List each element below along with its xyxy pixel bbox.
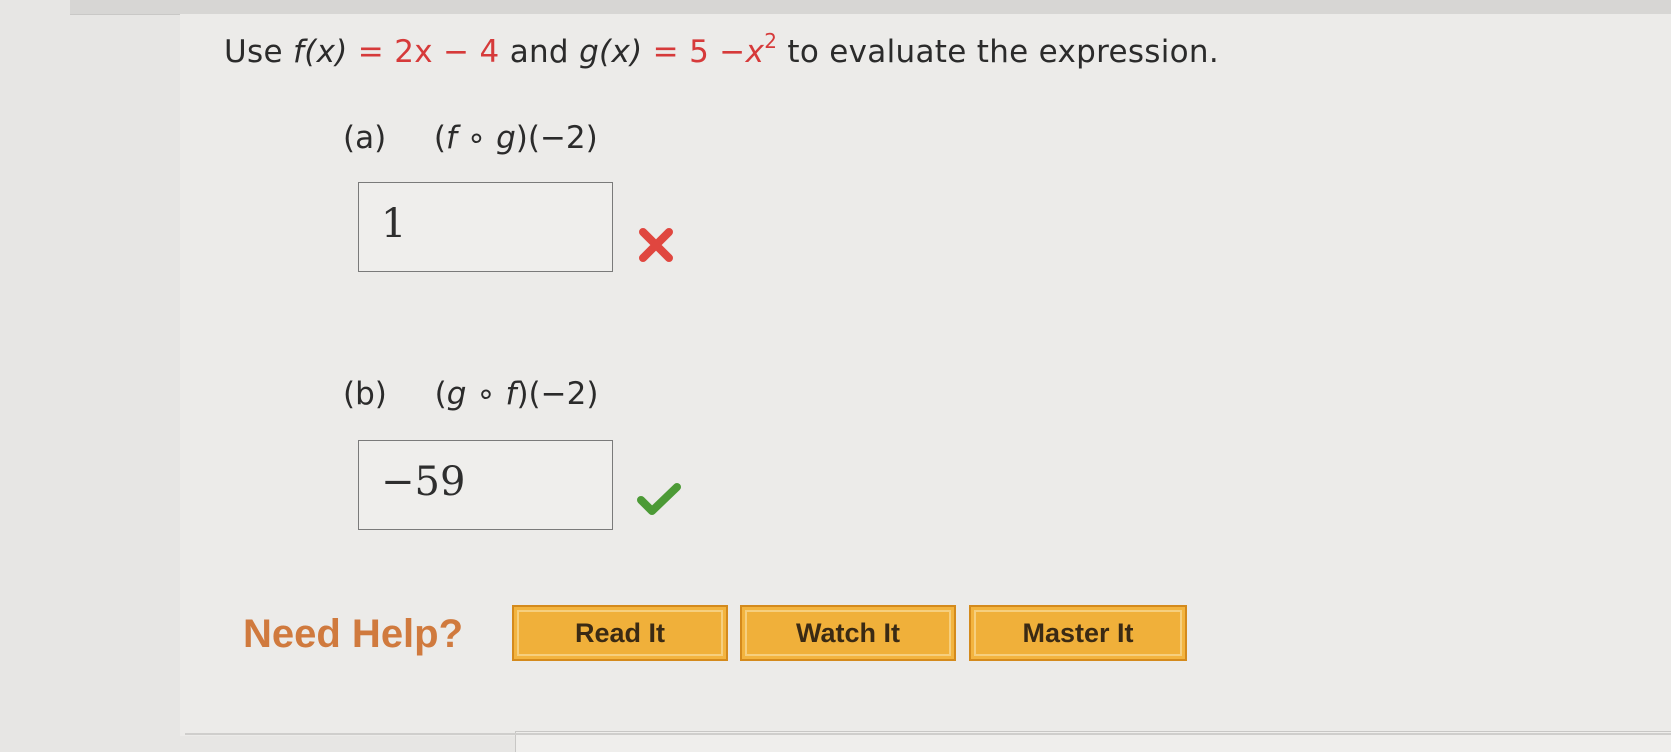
f-equals: = bbox=[357, 34, 385, 70]
f-minus: − bbox=[443, 34, 470, 70]
incorrect-x-icon bbox=[639, 228, 673, 262]
master-it-button[interactable]: Master It bbox=[969, 605, 1187, 661]
g-definition-lhs: g(x) bbox=[579, 34, 643, 70]
part-b-answer-field[interactable]: −59 bbox=[358, 440, 613, 530]
part-a-compose: ∘ bbox=[466, 120, 487, 156]
f-coefficient: 2x bbox=[394, 34, 433, 70]
part-b-answer-value: −59 bbox=[381, 459, 466, 505]
part-b-g: g bbox=[446, 376, 467, 412]
g-exponent: 2 bbox=[764, 29, 778, 53]
bottom-divider bbox=[185, 733, 1671, 735]
master-it-button-label: Master It bbox=[974, 610, 1182, 656]
f-definition-lhs: f(x) bbox=[292, 34, 348, 70]
prompt-and: and bbox=[509, 34, 569, 70]
part-a-f: f bbox=[446, 120, 457, 156]
question-prompt: Use f(x) = 2x − 4 and g(x) = 5 −x2 to ev… bbox=[224, 31, 1220, 70]
prompt-tail: to evaluate the expression. bbox=[787, 34, 1220, 70]
part-b-f: f bbox=[505, 376, 517, 412]
top-edge bbox=[70, 0, 1671, 15]
watch-it-button-label: Watch It bbox=[745, 610, 951, 656]
part-b-compose: ∘ bbox=[476, 376, 496, 412]
g-equals: = bbox=[652, 34, 679, 70]
part-a-answer-value: 1 bbox=[381, 201, 407, 247]
need-help-label: Need Help? bbox=[243, 612, 464, 656]
correct-check-icon bbox=[637, 483, 681, 515]
part-a-close: )(−2) bbox=[515, 120, 598, 156]
part-b-heading: (b) (g ∘ f)(−2) bbox=[343, 376, 598, 412]
g-minus: − bbox=[719, 34, 746, 70]
g-constant: 5 bbox=[689, 34, 710, 70]
part-b-label: (b) bbox=[343, 376, 387, 412]
part-b-close: )(−2) bbox=[516, 376, 599, 412]
part-b-open: ( bbox=[434, 376, 447, 412]
g-variable: x bbox=[745, 34, 765, 70]
read-it-button-label: Read It bbox=[517, 610, 723, 656]
watch-it-button[interactable]: Watch It bbox=[740, 605, 956, 661]
part-a-label: (a) bbox=[343, 120, 387, 156]
prompt-use: Use bbox=[224, 34, 283, 70]
part-a-answer-field[interactable]: 1 bbox=[358, 182, 613, 272]
part-a-open: ( bbox=[433, 120, 447, 156]
read-it-button[interactable]: Read It bbox=[512, 605, 728, 661]
part-a-heading: (a) (f ∘ g)(−2) bbox=[343, 120, 598, 156]
part-a-g: g bbox=[496, 120, 516, 156]
f-constant: 4 bbox=[479, 34, 500, 70]
